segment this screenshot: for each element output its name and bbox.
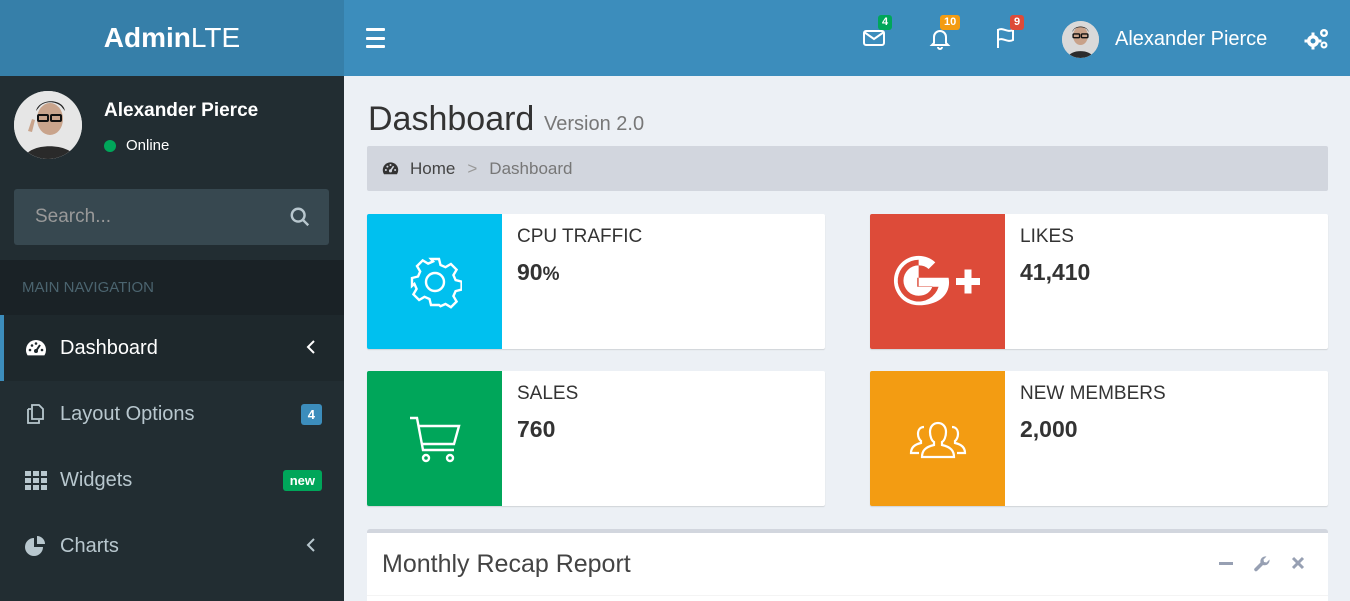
logo[interactable]: Admin LTE: [0, 0, 344, 76]
sidebar-item-layout-options[interactable]: Layout Options 4: [0, 381, 344, 447]
sidebar-item-widgets[interactable]: Widgets new: [0, 447, 344, 513]
search-icon: [290, 207, 310, 227]
sidebar-toggle-button[interactable]: [366, 28, 385, 48]
info-box-icon-area: [367, 214, 502, 349]
info-box-cpu-traffic: CPU TRAFFIC 90%: [367, 214, 825, 349]
sidebar-avatar: [14, 91, 82, 159]
breadcrumb-separator: >: [467, 158, 478, 178]
widgets-badge: new: [282, 470, 322, 491]
breadcrumb: Home > Dashboard: [367, 146, 1328, 191]
sidebar-user-name: Alexander Pierce: [104, 100, 259, 121]
user-status[interactable]: Online: [104, 137, 169, 154]
breadcrumb-home-link[interactable]: Home: [381, 159, 455, 179]
info-box-sales: SALES 760: [367, 371, 825, 506]
hamburger-icon: [366, 28, 385, 31]
breadcrumb-current: Dashboard: [489, 158, 573, 178]
chevron-left-icon: [306, 538, 315, 552]
info-box-icon-area: [367, 371, 502, 506]
users-icon: [909, 421, 966, 458]
info-box-new-members: NEW MEMBERS 2,000: [870, 371, 1328, 506]
sidebar-item-label: Widgets: [60, 468, 133, 491]
info-box-icon-area: [870, 214, 1005, 349]
page-subtitle: Version 2.0: [544, 113, 645, 135]
header-user-name: Alexander Pierce: [1115, 27, 1268, 50]
sidebar-search-form: [14, 189, 329, 245]
sidebar-item-charts[interactable]: Charts: [0, 513, 344, 579]
google-plus-icon: [893, 255, 980, 305]
th-icon: [25, 471, 47, 490]
page-title: Dashboard: [368, 100, 535, 138]
gears-icon: [1304, 29, 1328, 50]
info-box-number: 760: [517, 416, 556, 442]
pie-chart-icon: [25, 536, 45, 556]
dashboard-icon: [382, 162, 399, 175]
info-box-label: LIKES: [1020, 226, 1074, 247]
sidebar-item-label: Dashboard: [60, 336, 158, 359]
control-sidebar-button[interactable]: [1304, 27, 1330, 56]
sidebar-item-dashboard[interactable]: Dashboard: [0, 315, 344, 381]
box-tools: [1218, 555, 1306, 578]
user-menu[interactable]: Alexander Pierce: [1062, 20, 1267, 58]
nav-header: MAIN NAVIGATION: [0, 260, 344, 315]
cpu-traffic-value: 90: [517, 259, 543, 285]
logo-bold: Admin: [103, 22, 191, 53]
wrench-icon: [1254, 556, 1270, 572]
user-panel: Alexander Pierce Online: [0, 76, 344, 186]
gear-icon: [410, 257, 462, 309]
tasks-button[interactable]: 9: [994, 15, 1025, 52]
search-button[interactable]: [289, 206, 311, 233]
online-status-icon: [104, 139, 116, 152]
sidebar-item-label: Charts: [60, 534, 119, 557]
settings-button[interactable]: [1253, 555, 1271, 578]
info-box-label: NEW MEMBERS: [1020, 383, 1166, 404]
chevron-left-icon: [306, 340, 315, 354]
notifications-button[interactable]: 10: [928, 15, 961, 52]
tasks-badge: 9: [1010, 15, 1025, 30]
info-box-label: SALES: [517, 383, 579, 404]
sidebar: Alexander Pierce Online MAIN NAVIGATION …: [0, 76, 344, 601]
search-input[interactable]: [14, 189, 274, 245]
info-box-label: CPU TRAFFIC: [517, 226, 643, 247]
messages-button[interactable]: 4: [862, 15, 893, 52]
messages-badge: 4: [878, 15, 893, 30]
info-box-number: 2,000: [1020, 416, 1078, 442]
info-box-number: 41,410: [1020, 259, 1091, 285]
sidebar-item-label: Layout Options: [60, 402, 195, 425]
collapse-button[interactable]: [1218, 555, 1234, 578]
notifications-badge: 10: [940, 15, 961, 30]
box-title: Monthly Recap Report: [382, 550, 631, 578]
avatar: [1062, 20, 1099, 58]
breadcrumb-home-label: Home: [410, 158, 456, 178]
layout-options-badge: 4: [300, 404, 322, 425]
dashboard-icon: [26, 340, 46, 356]
files-icon: [27, 404, 44, 424]
info-box-icon-area: [870, 371, 1005, 506]
remove-button[interactable]: [1290, 555, 1306, 578]
box-divider: [367, 595, 1328, 596]
user-status-label: Online: [126, 137, 170, 154]
minus-icon: [1219, 562, 1233, 565]
close-icon: [1291, 556, 1305, 570]
shopping-cart-icon: [409, 416, 461, 462]
top-navbar: 4 10 9 Alexander Pierce: [344, 0, 1350, 76]
info-box-likes: LIKES 41,410: [870, 214, 1328, 349]
logo-light: LTE: [190, 22, 241, 53]
monthly-recap-box: Monthly Recap Report: [367, 529, 1328, 601]
info-box-number: 90%: [517, 259, 560, 286]
cpu-traffic-unit: %: [542, 264, 560, 285]
